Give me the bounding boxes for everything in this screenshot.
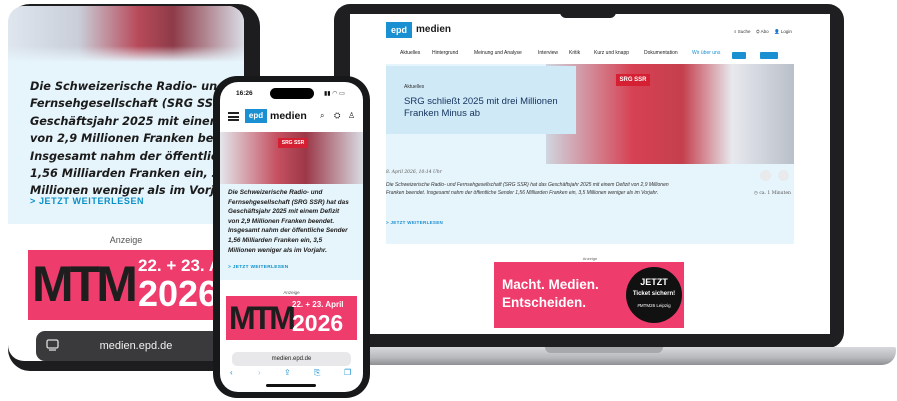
badge-hashtag: #MTM26 Leipzig [637, 303, 671, 308]
nav-item-kritik[interactable]: Kritik [569, 50, 580, 56]
browser-toolbar: ‹ › ⇪ ⎘ ❐ [220, 368, 363, 382]
tabs-icon[interactable]: ❐ [344, 368, 351, 377]
ad-slogan-line1: Macht. Medien. [502, 277, 599, 292]
article-kicker: Aktuelles [404, 84, 425, 90]
phone-hero-image: SRG SSR [220, 132, 363, 184]
phone-address-bar[interactable]: medien.epd.de [232, 352, 351, 366]
article-title[interactable]: SRG schließt 2025 mit drei Millionen Fra… [404, 96, 574, 120]
badge-ticket: Ticket sichern! [632, 291, 676, 297]
nav-item-hintergrund[interactable]: Hintergrund [432, 50, 458, 56]
laptop-read-more-link[interactable]: > JETZT WEITERLESEN [386, 220, 443, 225]
share-icon[interactable] [778, 170, 789, 181]
laptop-base-notch [545, 347, 663, 353]
phone-url: medien.epd.de [271, 356, 312, 362]
site-logo-epd[interactable]: epd [386, 22, 412, 38]
ad-year: 2026 [292, 310, 344, 336]
laptop-ad-label: Anzeige [582, 256, 598, 261]
laptop-ad-banner[interactable]: Macht. Medien. Entscheiden. JETZT Ticket… [494, 262, 684, 328]
phone-read-more-link[interactable]: > JETZT WEITERLESEN [228, 265, 288, 270]
tablet-hero-image [8, 6, 244, 62]
teaser-line: Fernsehgesellschaft (SRG SSR) hat das [228, 198, 349, 206]
search-link[interactable]: ⌕ Suche [734, 29, 751, 34]
badge-jetzt: JETZT [640, 277, 668, 287]
nav-button-2[interactable] [760, 52, 778, 59]
share-icon[interactable]: ⇪ [284, 368, 291, 377]
abo-icon[interactable]: ⛭ [334, 111, 340, 121]
mtm-logo: MTM [32, 256, 138, 312]
nav-button-1[interactable] [732, 52, 746, 59]
menu-icon[interactable] [228, 112, 239, 122]
tablet-url: medien.epd.de [99, 340, 173, 352]
login-label: Login [780, 29, 792, 34]
ad-ticket-badge[interactable]: JETZT Ticket sichern! #MTM26 Leipzig [626, 267, 682, 323]
srg-logo: SRG SSR [616, 74, 650, 86]
phone-teaser: Die Schweizerische Radio- und Fernsehges… [228, 188, 360, 255]
read-time-label: ca. 1 Minuten [759, 191, 791, 196]
nav-item-meinung[interactable]: Meinung und Analyse [474, 50, 522, 56]
nav-item-kurz[interactable]: Kurz und knapp [594, 50, 629, 56]
teaser-line: Insgesamt nahm der öffentliche Sender [228, 227, 348, 235]
ad-year: 2026 [138, 273, 219, 314]
mtm-logo: MTM [229, 300, 296, 336]
teaser-line: Geschäftsjahr 2025 mit einem Defizit [228, 208, 340, 216]
print-icon[interactable] [760, 170, 771, 181]
abo-link[interactable]: ⛭ Abo [756, 29, 769, 34]
phone-ad-banner[interactable]: MTM 22. + 23. April 2026 [226, 296, 357, 340]
user-icon[interactable]: ♙ [348, 111, 355, 120]
nav-item-aktuelles[interactable]: Aktuelles [400, 50, 420, 56]
laptop-screen: epd medien ⌕ Suche ⛭ Abo 👤 Login Aktuell… [350, 14, 830, 334]
teaser-line: Die Schweizerische Radio- und [228, 189, 323, 196]
dynamic-island [270, 88, 314, 99]
tablet-address-bar[interactable]: medien.epd.de [36, 331, 236, 361]
teaser-line: Insgesamt nahm der öffentliche Send [30, 149, 244, 163]
nav-item-wir-ueber-uns[interactable]: Wir über uns [692, 50, 720, 56]
teaser-line: Die Schweizerische Radio- und [30, 80, 226, 93]
status-icons: ▮▮ ◠ ▭ [324, 91, 345, 97]
home-indicator [266, 384, 316, 387]
login-link[interactable]: 👤 Login [774, 29, 792, 35]
phone-logo-medien[interactable]: medien [270, 109, 307, 123]
tablet-read-more-link[interactable]: > JETZT WEITERLESEN [30, 196, 144, 206]
srg-logo: SRG SSR [278, 138, 308, 148]
nav-item-interview[interactable]: Interview [538, 50, 558, 56]
tablet-ad-label: Anzeige [109, 235, 143, 245]
phone-ad-label: Anzeige [283, 290, 300, 295]
teaser-line: Millionen weniger als im Vorjahr. [228, 246, 327, 254]
teaser-line: 1,56 Milliarden Franken ein, 3,5 [228, 236, 323, 244]
bookmarks-icon[interactable]: ⎘ [314, 368, 320, 378]
teaser-line: von 2,9 Millionen Franken beendet. [30, 132, 244, 146]
teaser-line: Fernsehgesellschaft (SRG SSR) hat [30, 97, 244, 111]
laptop-camera-notch [560, 4, 616, 18]
site-logo-medien[interactable]: medien [416, 22, 451, 38]
abo-label: Abo [760, 29, 769, 34]
phone-screen: 16:26 ▮▮ ◠ ▭ epd medien ⌕ ⛭ ♙ SRG SSR Di… [220, 82, 363, 392]
back-icon[interactable]: ‹ [230, 368, 233, 377]
ad-slogan-line2: Entscheiden. [502, 295, 587, 310]
ad-dates: 22. + 23. April [292, 300, 344, 309]
forward-icon[interactable]: › [258, 368, 261, 377]
nav-item-dokumentation[interactable]: Dokumentation [644, 50, 678, 56]
ad-slogan: Macht. Medien. Entscheiden. [502, 276, 599, 312]
search-icon[interactable]: ⌕ [320, 111, 324, 121]
article-date: 8. April 2026, 10:14 Uhr [386, 170, 442, 175]
teaser-line: Geschäftsjahr 2025 mit einem Defiz [30, 114, 244, 128]
tablet-ad-banner[interactable]: MTM 22. + 23. Ap 2026 [28, 250, 244, 320]
status-time: 16:26 [236, 90, 253, 97]
phone-logo-epd[interactable]: epd [245, 109, 267, 123]
article-teaser: Die Schweizerische Radio- und Fernsehges… [386, 182, 669, 196]
main-nav: Aktuelles Hintergrund Meinung und Analys… [350, 50, 830, 62]
read-time: ◷ ca. 1 Minuten [754, 191, 791, 196]
article-hero-image: SRG SSR [546, 64, 794, 164]
search-label: Suche [737, 29, 751, 34]
tablet-teaser: Die Schweizerische Radio- und Fernsehges… [30, 78, 244, 200]
teaser-line: von 2,9 Millionen Franken beendet. [228, 217, 335, 225]
teaser-line: 1,56 Milliarden Franken ein, 3,5 [30, 167, 232, 181]
